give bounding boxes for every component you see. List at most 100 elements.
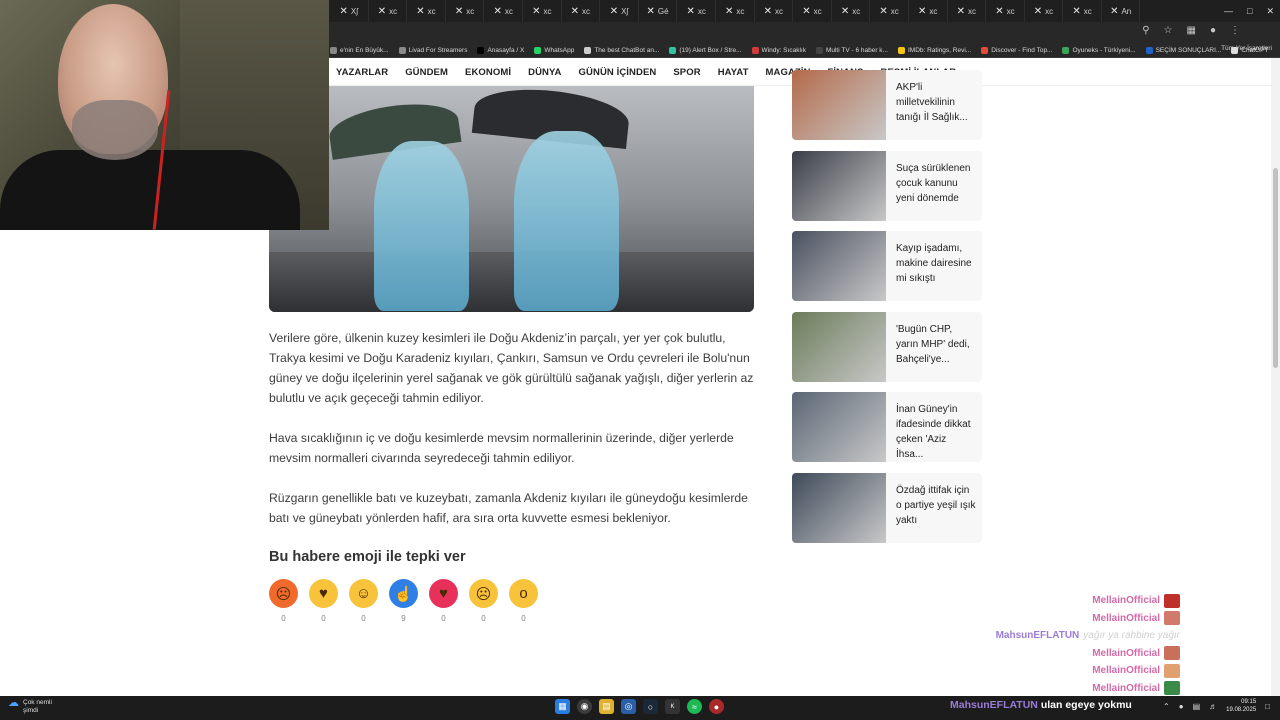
browser-tab[interactable]: ✕ Xʃ [330,0,369,22]
browser-tab[interactable]: ✕ xc [832,0,871,22]
surprised-emoji-icon[interactable]: o [509,579,538,608]
network-icon[interactable]: ▤ [1193,702,1201,711]
volume-icon[interactable]: ♬ [1209,702,1217,711]
browser-tab[interactable]: ✕ xc [986,0,1025,22]
weather-widget[interactable]: ☁ Çok nemli şimdi [8,698,52,715]
nav-item[interactable]: GÜNDEM [405,67,448,78]
related-news-item[interactable]: 'Bugün CHP, yarın MHP' dedi, Bahçeli'ye.… [792,311,982,382]
file-explorer-icon[interactable]: ▤ [599,699,614,714]
news-title[interactable]: 'Bugün CHP, yarın MHP' dedi, Bahçeli'ye.… [886,312,982,382]
thumbs-up-icon[interactable]: ☝ [389,579,418,608]
bookmark-item[interactable]: The best ChatBot an... [584,46,659,54]
scrollbar-thumb[interactable] [1273,168,1278,368]
bookmark-item[interactable]: (19) Alert Box / Stre... [669,46,742,54]
reaction-button[interactable]: ☹ 0 [469,579,498,623]
spotify-icon[interactable]: ≈ [687,699,702,714]
kick-icon[interactable]: K [665,699,680,714]
browser-tab[interactable]: ✕ An [1102,0,1141,22]
nav-item[interactable]: DÜNYA [528,67,561,78]
close-icon[interactable]: ✕ [1266,6,1274,17]
tray-chevron-icon[interactable]: ⌃ [1163,702,1170,711]
browser-tab[interactable]: ✕ Gé [639,0,678,22]
browser-tab[interactable]: ✕ xc [369,0,408,22]
browser-tab[interactable]: ✕ xc [407,0,446,22]
heart-eyes-emoji-icon[interactable]: ♥ [309,579,338,608]
menu-icon[interactable]: ⋮ [1230,25,1240,36]
reaction-button[interactable]: ♥ 0 [429,579,458,623]
bookmark-item[interactable]: Livad For Streamers [398,46,467,54]
zoom-icon[interactable]: ⚲ [1142,25,1149,36]
steam-icon[interactable]: ○ [643,699,658,714]
news-title[interactable]: Özdağ ittifak için o partiye yeşil ışık … [886,473,982,543]
browser-tab[interactable]: ✕ Xʃ [600,0,639,22]
browser-tab[interactable]: ✕ xc [1025,0,1064,22]
bookmark-item[interactable]: Oyuneks - Türkiyeni... [1062,46,1136,54]
all-bookmarks[interactable]: Tüm Yer İşaretleri [1221,45,1272,52]
bookmark-item[interactable]: Anasayfa / X [477,46,524,54]
reaction-button[interactable]: ♥ 0 [309,579,338,623]
minimize-icon[interactable]: — [1224,6,1233,16]
nav-item[interactable]: GÜNÜN İÇİNDEN [579,67,657,78]
laughing-emoji-icon[interactable]: ☺ [349,579,378,608]
start-icon[interactable]: ▦ [555,699,570,714]
app-icon[interactable]: ◎ [621,699,636,714]
news-thumbnail[interactable] [792,392,886,462]
news-thumbnail[interactable] [792,150,886,221]
reaction-button[interactable]: ☺ 0 [349,579,378,623]
bookmark-item[interactable]: e'nin En Büyük... [330,46,389,54]
browser-tab[interactable]: ✕ xc [948,0,987,22]
browser-tab[interactable]: ✕ xc [909,0,948,22]
related-news-item[interactable]: İnan Güney'in ifadesinde dikkat çeken 'A… [792,392,982,462]
nav-item[interactable]: SPOR [673,67,700,78]
microphone-icon[interactable]: ● [1179,702,1184,711]
notification-icon[interactable]: □ [1265,702,1270,711]
page-scrollbar[interactable] [1271,58,1280,696]
reaction-button[interactable]: o0 [509,579,538,623]
bookmark-item[interactable]: Windy: Sıcaklık [751,46,806,54]
news-title[interactable]: Kayıp işadamı, makine dairesine mi sıkış… [886,231,982,301]
nav-item[interactable]: HAYAT [718,67,749,78]
reaction-button[interactable]: ☹ 0 [269,579,298,623]
browser-tab[interactable]: ✕ xc [484,0,523,22]
maximize-icon[interactable]: □ [1247,6,1252,16]
browser-tab[interactable]: ✕ xc [523,0,562,22]
clock[interactable]: 09:15 19.08.2025 [1226,698,1256,714]
news-title[interactable]: Suça sürüklenen çocuk kanunu yeni dönemd… [886,151,982,221]
browser-tab[interactable]: ✕ xc [755,0,794,22]
related-news-item[interactable]: Kayıp işadamı, makine dairesine mi sıkış… [792,231,982,301]
related-news-item[interactable]: AKP'li milletvekilinin tanığı İl Sağlık.… [792,70,982,140]
nav-item[interactable]: YAZARLAR [336,67,388,78]
sad-emoji-icon[interactable]: ☹ [469,579,498,608]
bookmark-item[interactable]: WhatsApp [534,46,574,54]
browser-tab[interactable]: ✕ xc [716,0,755,22]
bookmark-star-icon[interactable]: ☆ [1164,25,1173,36]
news-thumbnail[interactable] [792,231,886,301]
browser-tab[interactable]: ✕ xc [1063,0,1102,22]
profile-icon[interactable]: ● [1210,25,1216,36]
related-news-item[interactable]: Özdağ ittifak için o partiye yeşil ışık … [792,472,982,543]
news-thumbnail[interactable] [792,70,886,140]
tab-label: xc [697,6,706,16]
heart-icon[interactable]: ♥ [429,579,458,608]
extensions-icon[interactable]: ▦ [1187,25,1196,36]
chrome-icon[interactable]: ◉ [577,699,592,714]
bookmark-item[interactable]: SEÇİM SONUÇLARI... [1145,46,1221,54]
news-thumbnail[interactable] [792,311,886,382]
browser-tab[interactable]: ✕ xc [562,0,601,22]
x-logo-icon: ✕ [725,5,734,17]
news-title[interactable]: İnan Güney'in ifadesinde dikkat çeken 'A… [886,392,982,462]
angry-emoji-icon[interactable]: ☹ [269,579,298,608]
browser-tab[interactable]: ✕ xc [677,0,716,22]
nav-item[interactable]: EKONOMİ [465,67,511,78]
reaction-button[interactable]: ☝ 9 [389,579,418,623]
bookmark-item[interactable]: Discover - Find Top... [981,46,1052,54]
browser-tab[interactable]: ✕ xc [446,0,485,22]
browser-tab[interactable]: ✕ xc [870,0,909,22]
news-thumbnail[interactable] [792,472,886,543]
news-title[interactable]: AKP'li milletvekilinin tanığı İl Sağlık.… [886,70,982,140]
bookmark-item[interactable]: IMDb: Ratings, Revi... [897,46,971,54]
bookmark-item[interactable]: Multi TV - 6 haber k... [815,46,888,54]
browser-tab[interactable]: ✕ xc [793,0,832,22]
related-news-item[interactable]: Suça sürüklenen çocuk kanunu yeni dönemd… [792,150,982,221]
obs-icon[interactable]: ● [709,699,724,714]
